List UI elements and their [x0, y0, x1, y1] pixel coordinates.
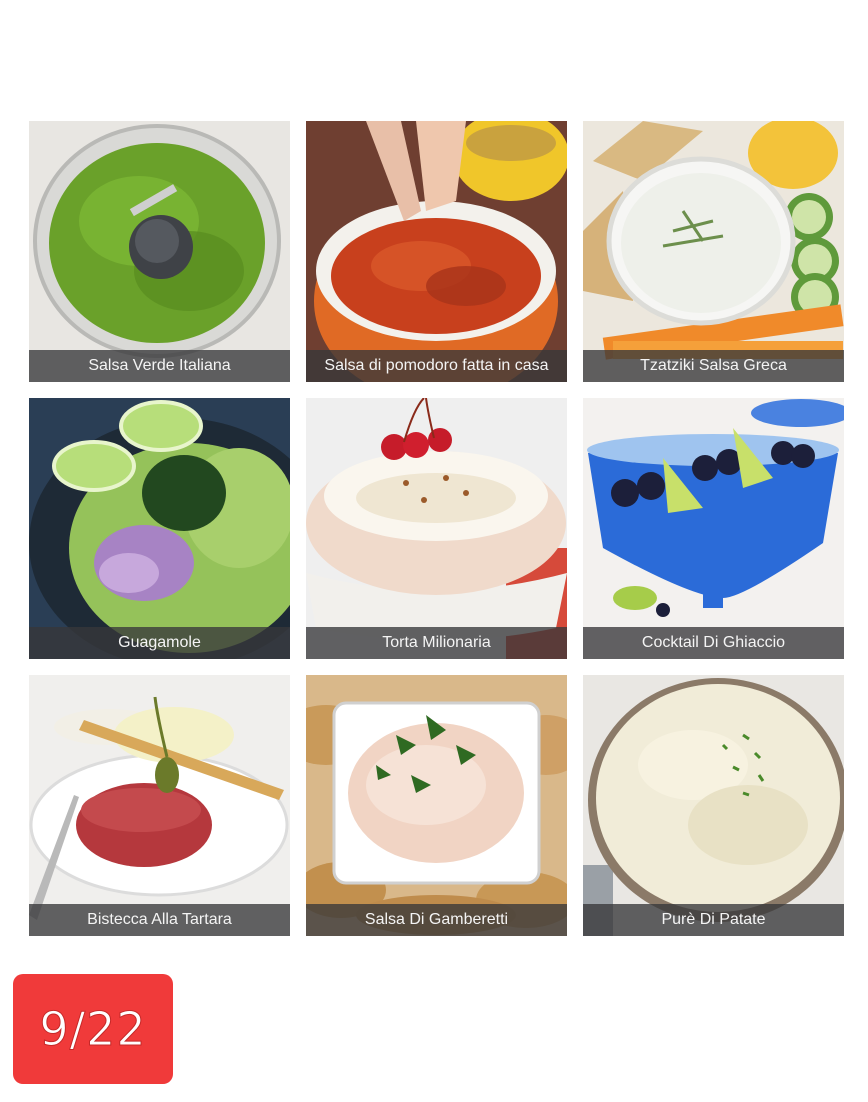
recipe-grid: Salsa Verde Italiana Salsa di pomodoro f… [29, 121, 845, 936]
recipe-tile-label: Purè Di Patate [583, 904, 844, 936]
recipe-tile-torta-milionaria[interactable]: Torta Milionaria [306, 398, 567, 659]
pure-patate-photo [583, 675, 844, 936]
recipe-tile-label: Cocktail Di Ghiaccio [583, 627, 844, 659]
recipe-tile-salsa-verde[interactable]: Salsa Verde Italiana [29, 121, 290, 382]
bistecca-tartara-photo [29, 675, 290, 936]
recipe-tile-pure-patate[interactable]: Purè Di Patate [583, 675, 844, 936]
pager-count: 9/22 [39, 1002, 147, 1057]
guacamole-photo [29, 398, 290, 659]
salsa-gamberetti-photo [306, 675, 567, 936]
recipe-tile-label: Guagamole [29, 627, 290, 659]
recipe-tile-salsa-pomodoro[interactable]: Salsa di pomodoro fatta in casa [306, 121, 567, 382]
recipe-tile-label: Salsa Di Gamberetti [306, 904, 567, 936]
recipe-tile-label: Torta Milionaria [306, 627, 567, 659]
salsa-pomodoro-photo [306, 121, 567, 382]
recipe-tile-label: Salsa di pomodoro fatta in casa [306, 350, 567, 382]
recipe-tile-label: Tzatziki Salsa Greca [583, 350, 844, 382]
torta-milionaria-photo [306, 398, 567, 659]
tzatziki-photo [583, 121, 844, 382]
recipe-tile-guacamole[interactable]: Guagamole [29, 398, 290, 659]
recipe-tile-cocktail[interactable]: Cocktail Di Ghiaccio [583, 398, 844, 659]
recipe-tile-label: Bistecca Alla Tartara [29, 904, 290, 936]
recipe-tile-salsa-gamberetti[interactable]: Salsa Di Gamberetti [306, 675, 567, 936]
pager-badge[interactable]: 9/22 [13, 974, 173, 1084]
recipe-tile-tzatziki[interactable]: Tzatziki Salsa Greca [583, 121, 844, 382]
cocktail-photo [583, 398, 844, 659]
recipe-tile-bistecca-tartara[interactable]: Bistecca Alla Tartara [29, 675, 290, 936]
recipe-tile-label: Salsa Verde Italiana [29, 350, 290, 382]
salsa-verde-photo [29, 121, 290, 382]
